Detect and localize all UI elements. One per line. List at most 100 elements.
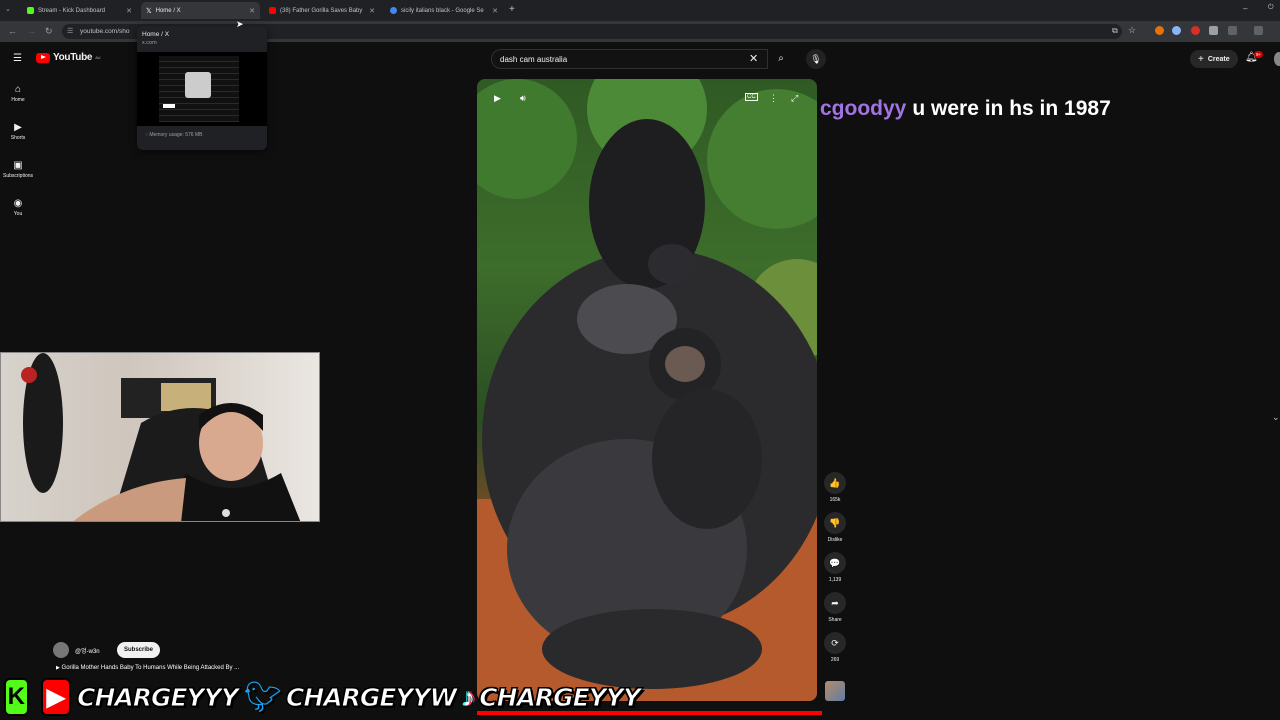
close-tab-icon[interactable]: ✕ <box>492 7 498 15</box>
tab-label: Stream - Kick Dashboard <box>38 7 106 14</box>
sidebar-item-shorts[interactable]: ▶ Shorts <box>0 122 36 141</box>
video-title-row[interactable]: ▶ Gorilla Mother Hands Baby To Humans Wh… <box>56 665 239 671</box>
close-tab-icon[interactable]: ✕ <box>249 7 255 15</box>
tiktok-logo-icon: ♪ <box>462 681 476 712</box>
share-button[interactable]: ➦ Share <box>822 592 848 623</box>
tab-youtube-gorilla[interactable]: (38) Father Gorilla Saves Baby ✕ <box>264 2 380 19</box>
address-text: youtube.com/sho <box>80 28 130 35</box>
close-tab-icon[interactable]: ✕ <box>126 7 132 15</box>
sidebar-item-label: Shorts <box>10 135 26 141</box>
create-label: Create <box>1207 55 1230 63</box>
like-button[interactable]: 👍 165k <box>822 472 848 503</box>
minimize-button[interactable]: – <box>1243 4 1247 13</box>
play-icon: ▶ <box>56 665 60 671</box>
chat-username: cgoodyy <box>820 97 907 120</box>
sidebar-item-home[interactable]: ⌂ Home <box>0 84 36 103</box>
profile-icon[interactable] <box>1254 26 1263 35</box>
comment-count: 1,139 <box>828 577 842 583</box>
search-input[interactable]: dash cam australia <box>491 49 768 69</box>
subscribe-button[interactable]: Subscribe <box>117 642 161 658</box>
clear-search-icon[interactable]: ✕ <box>749 52 758 65</box>
extension-icon[interactable] <box>1191 26 1200 35</box>
shorts-video-player[interactable]: ▶ 🔊︎ CC ⋮ ⤢ <box>477 79 817 701</box>
account-icon: ◉ <box>13 198 23 209</box>
hover-card-url: x.com <box>142 40 157 46</box>
voice-search-button[interactable]: 🎙 <box>806 49 826 69</box>
socials-banner: K ▶ CHARGEYYY 🐦︎ CHARGEYYW ♪ CHARGEYYY <box>0 674 642 720</box>
play-icon[interactable]: ▶ <box>494 93 501 104</box>
remix-count: 269 <box>830 657 840 663</box>
fullscreen-icon[interactable]: ⤢ <box>791 93 798 104</box>
next-video-chevron-icon[interactable]: ⌄ <box>1272 412 1280 423</box>
site-info-icon[interactable]: ☰ <box>67 27 73 35</box>
plus-icon: + <box>1198 53 1204 65</box>
sound-thumbnail[interactable] <box>825 681 845 701</box>
google-icon <box>390 7 397 14</box>
tab-x-home[interactable]: 𝕏 Home / X ✕ <box>141 2 260 19</box>
tab-google-search[interactable]: sicily italians black - Google Se ✕ <box>385 2 503 19</box>
extension-icon[interactable] <box>1209 26 1218 35</box>
channel-name[interactable]: @엉-w3n <box>75 646 100 655</box>
install-app-icon[interactable]: ⧉ <box>1112 26 1121 35</box>
close-tab-icon[interactable]: ✕ <box>369 7 375 15</box>
video-title: Gorilla Mother Hands Baby To Humans Whil… <box>61 665 240 671</box>
youtube-logo-icon: ▶ <box>40 678 72 716</box>
hamburger-menu-icon[interactable]: ☰ <box>13 53 22 64</box>
twitter-handle: CHARGEYYW <box>285 682 457 712</box>
webcam-frame <box>21 353 301 521</box>
comments-button[interactable]: 💬 1,139 <box>822 552 848 583</box>
extension-icon[interactable] <box>1155 26 1164 35</box>
gorilla-video-frame <box>477 79 817 701</box>
tab-hover-card: Home / X x.com ◌ Memory usage: 576 MB <box>137 26 267 150</box>
captions-icon[interactable]: CC <box>745 93 758 101</box>
sidebar-item-label: Subscriptions <box>2 173 33 179</box>
subscriptions-icon: ▣ <box>13 160 23 171</box>
kick-icon <box>27 7 34 14</box>
chat-message-text: u were in hs in 1987 <box>912 97 1111 120</box>
sidebar-item-you[interactable]: ◉ You <box>0 198 36 217</box>
tab-label: sicily italians black - Google Se <box>401 7 484 14</box>
sidebar-item-subscriptions[interactable]: ▣ Subscriptions <box>0 160 36 179</box>
more-options-icon[interactable]: ⋮ <box>769 93 778 104</box>
back-button[interactable]: ← <box>8 26 17 36</box>
tab-label: (38) Father Gorilla Saves Baby <box>280 7 363 14</box>
sidebar-item-label: You <box>13 211 23 217</box>
dislike-button[interactable]: 👎 Dislike <box>822 512 848 543</box>
volume-icon[interactable]: 🔊︎ <box>520 93 526 104</box>
thumbs-down-icon: 👎 <box>824 512 846 534</box>
youtube-wordmark: YouTube <box>53 52 93 63</box>
search-button[interactable]: ⌕ <box>768 49 794 69</box>
region-code: AU <box>95 55 101 60</box>
extensions-puzzle-icon[interactable] <box>1228 26 1237 35</box>
browser-tab-bar: ⌄ Stream - Kick Dashboard ✕ 𝕏 Home / X ✕… <box>0 0 1280 21</box>
kick-logo-icon: K <box>4 678 29 716</box>
chat-message-overlay: cgoodyy u were in hs in 1987 <box>820 97 1111 121</box>
like-count: 165k <box>829 497 841 503</box>
sidebar-item-label: Home <box>11 97 25 103</box>
home-icon: ⌂ <box>14 84 22 95</box>
window-menu-icon[interactable]: ⏻ <box>1268 4 1274 12</box>
forward-button[interactable]: → <box>27 26 36 36</box>
hover-card-title: Home / X <box>142 31 170 38</box>
youtube-logo[interactable]: YouTube AU <box>36 52 100 63</box>
channel-avatar[interactable] <box>53 642 69 658</box>
youtube-icon <box>269 7 276 14</box>
search-value: dash cam australia <box>500 54 568 64</box>
extension-icon[interactable] <box>1172 26 1181 35</box>
memory-text: Memory usage: 576 MB <box>149 132 203 138</box>
tiktok-handle: CHARGEYYY <box>479 682 642 712</box>
youtube-play-icon <box>36 52 50 63</box>
share-icon: ➦ <box>824 592 846 614</box>
new-tab-button[interactable]: + <box>509 4 515 15</box>
bookmark-star-icon[interactable]: ☆ <box>1128 25 1136 36</box>
hover-card-memory: ◌ Memory usage: 576 MB <box>137 126 267 144</box>
streamer-webcam <box>0 352 320 522</box>
avatar[interactable] <box>1274 52 1280 66</box>
memory-icon: ◌ <box>145 132 148 138</box>
reload-button[interactable]: ↻ <box>45 26 53 37</box>
tab-kick-dashboard[interactable]: Stream - Kick Dashboard ✕ <box>22 2 137 19</box>
shorts-icon: ▶ <box>14 122 22 133</box>
remix-button[interactable]: ⟳ 269 <box>822 632 848 663</box>
tab-search-icon[interactable]: ⌄ <box>5 5 11 13</box>
create-button[interactable]: + Create <box>1190 50 1238 68</box>
